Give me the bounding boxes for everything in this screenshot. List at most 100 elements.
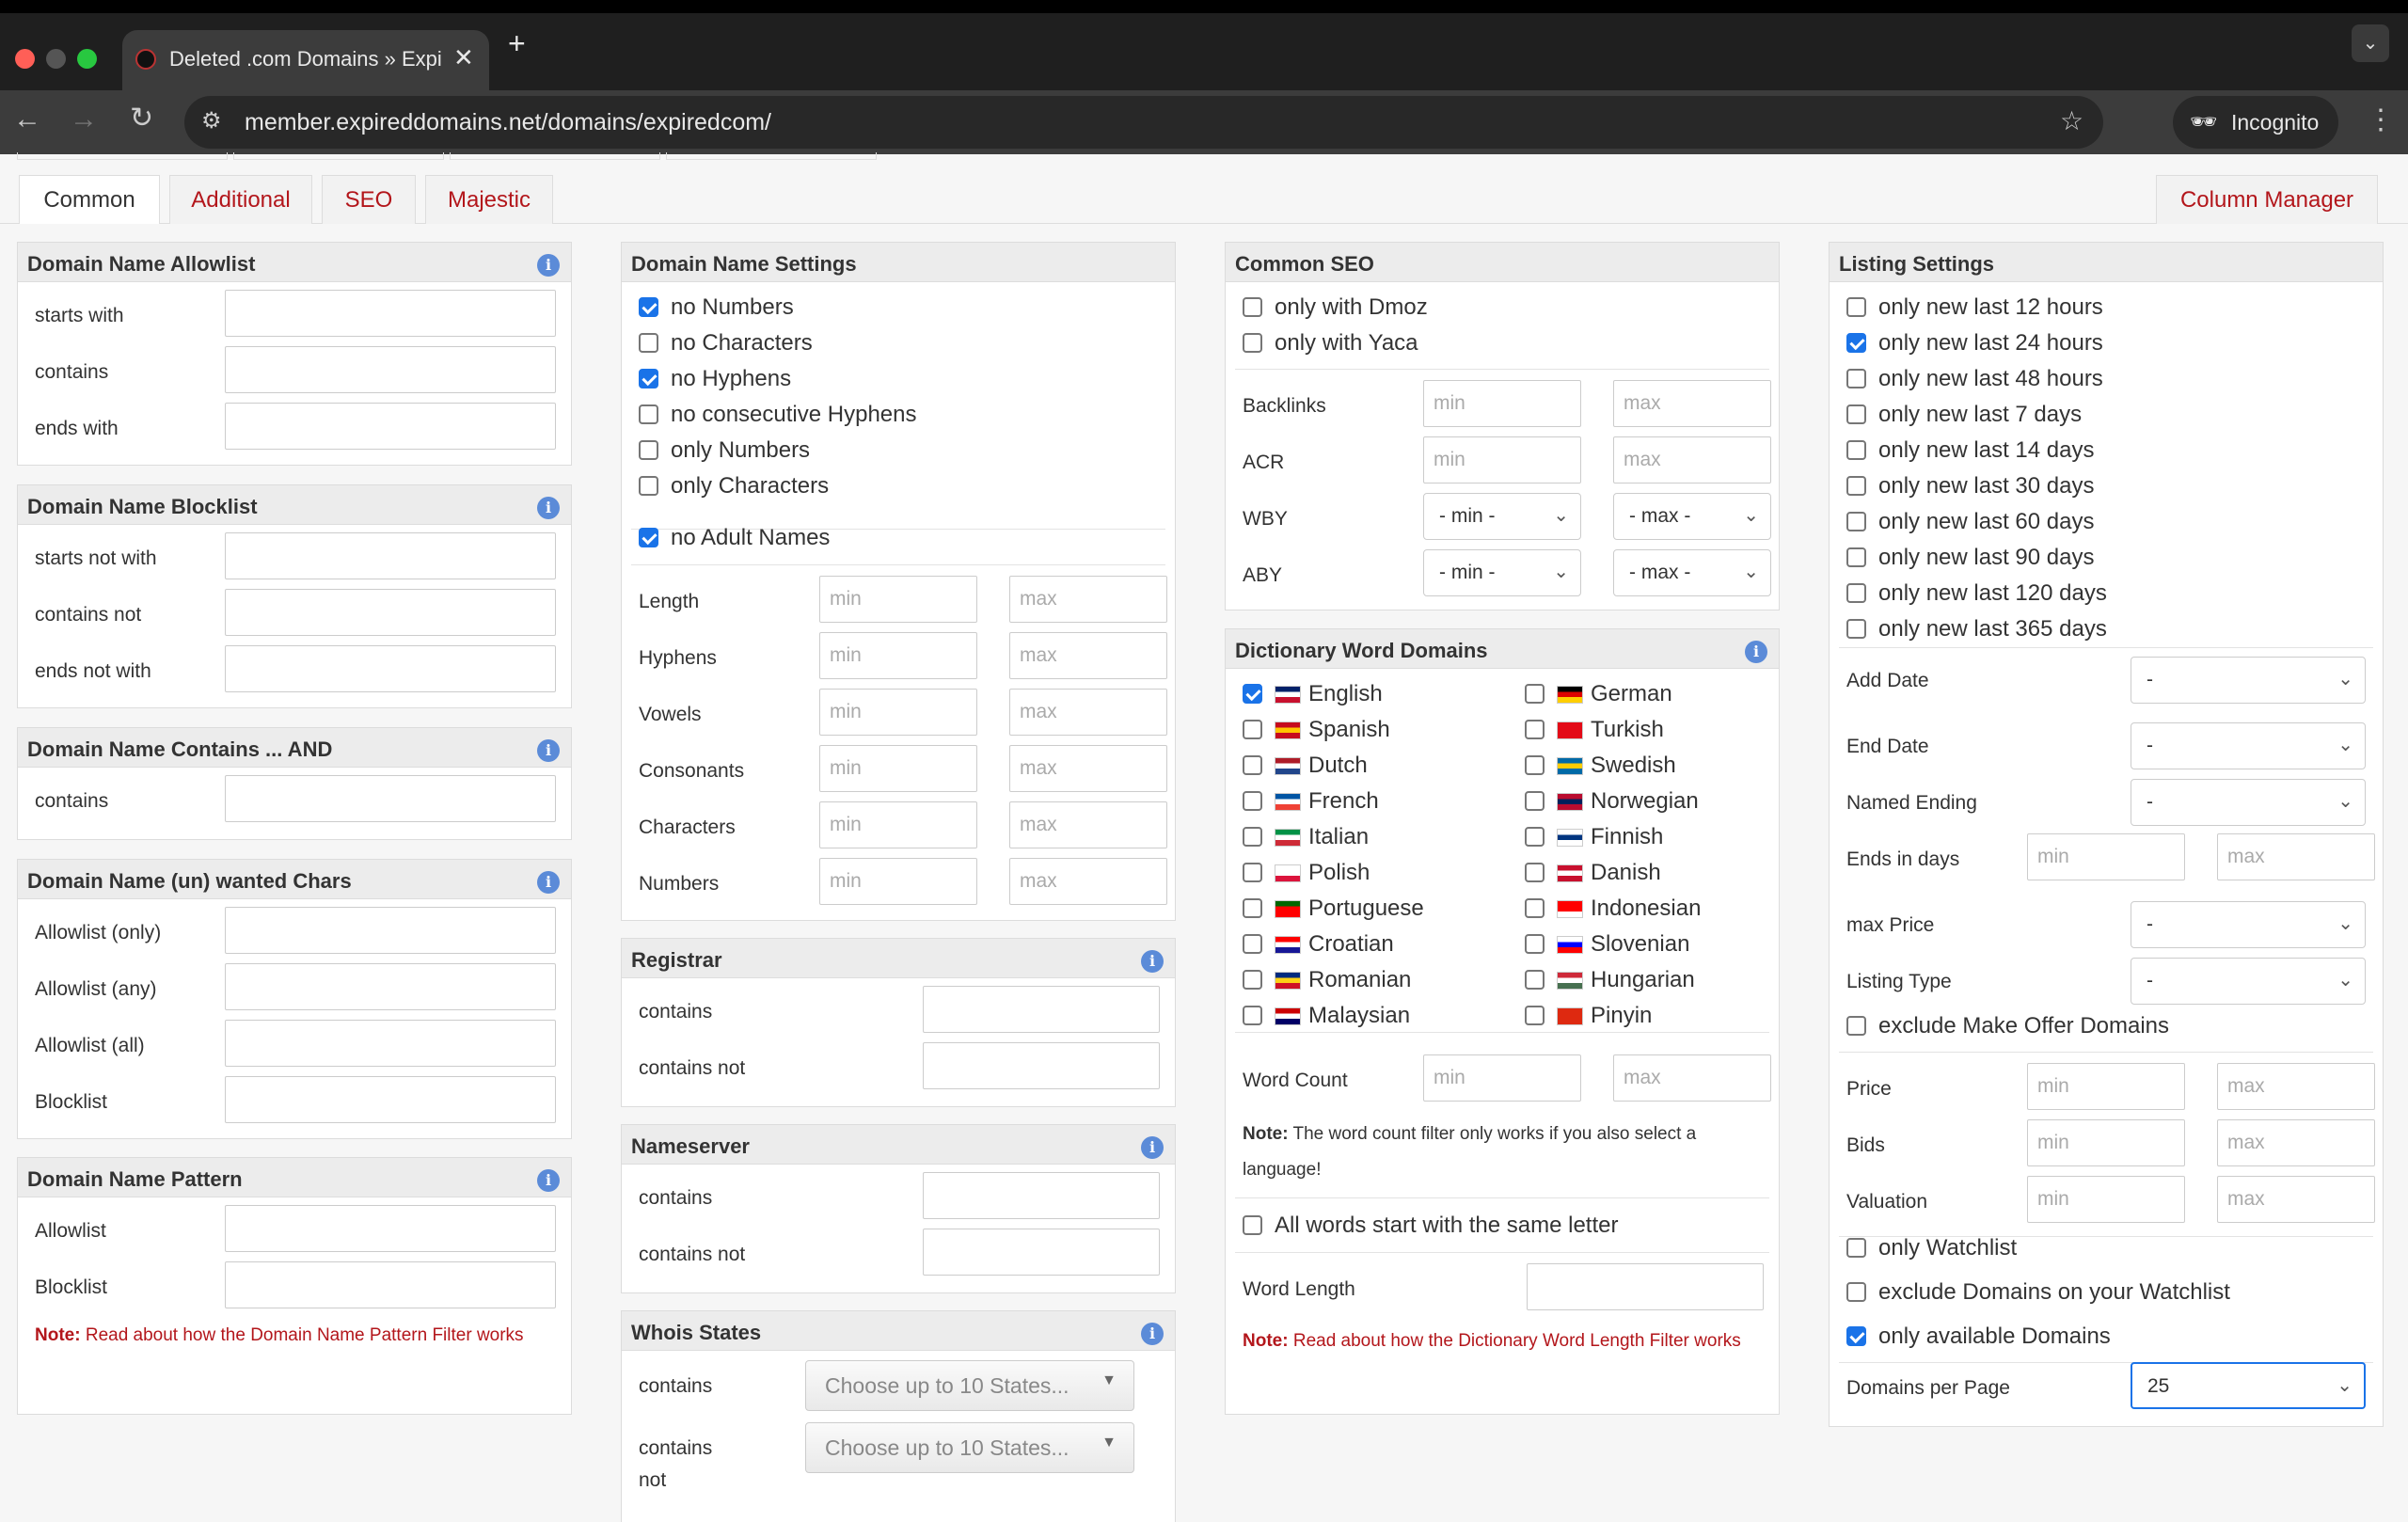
info-icon[interactable]: i (1745, 641, 1767, 663)
range-max-input[interactable]: max (1009, 689, 1167, 736)
new-listing-checkbox[interactable] (1846, 404, 1866, 424)
close-tab-icon[interactable]: ✕ (453, 43, 474, 72)
language-checkbox[interactable] (1525, 720, 1545, 739)
acr-max-input[interactable]: max (1613, 436, 1771, 484)
info-icon[interactable]: i (537, 739, 560, 762)
info-icon[interactable]: i (537, 254, 560, 277)
tab-additional[interactable]: Additional (169, 175, 312, 224)
same-letter-checkbox[interactable] (1243, 1215, 1262, 1235)
new-listing-checkbox[interactable] (1846, 369, 1866, 388)
language-checkbox[interactable] (1525, 863, 1545, 882)
only-watchlist-checkbox[interactable] (1846, 1238, 1866, 1258)
price-min-input[interactable]: min (2027, 1063, 2185, 1110)
no-adult-names-checkbox[interactable] (639, 528, 658, 547)
tab-search-icon[interactable]: ⌄ (2352, 24, 2389, 62)
per-page-select[interactable]: 25 ⌄ (2131, 1362, 2366, 1409)
pattern-allowlist-input[interactable] (225, 1205, 556, 1252)
new-listing-checkbox[interactable] (1846, 440, 1866, 460)
new-listing-checkbox[interactable] (1846, 583, 1866, 603)
aby-max-select[interactable]: - max - ⌄ (1613, 549, 1771, 596)
language-checkbox[interactable] (1243, 934, 1262, 954)
language-checkbox[interactable] (1525, 970, 1545, 990)
tab-majestic[interactable]: Majestic (425, 175, 553, 224)
new-listing-checkbox[interactable] (1846, 512, 1866, 531)
pattern-blocklist-input[interactable] (225, 1261, 556, 1308)
language-checkbox[interactable] (1243, 863, 1262, 882)
language-checkbox[interactable] (1243, 827, 1262, 847)
range-max-input[interactable]: max (1009, 632, 1167, 679)
listing-type-select[interactable]: - ⌄ (2131, 958, 2366, 1005)
named-ending-select[interactable]: - ⌄ (2131, 779, 2366, 826)
ends-with-input[interactable] (225, 403, 556, 450)
language-checkbox[interactable] (1243, 898, 1262, 918)
language-checkbox[interactable] (1243, 791, 1262, 811)
allowlist-all-input[interactable] (225, 1020, 556, 1067)
bids-max-input[interactable]: max (2217, 1119, 2375, 1166)
info-icon[interactable]: i (1141, 950, 1164, 973)
backlinks-max-input[interactable]: max (1613, 380, 1771, 427)
range-min-input[interactable]: min (819, 576, 977, 623)
forward-icon[interactable]: → (70, 103, 98, 135)
language-checkbox[interactable] (1525, 791, 1545, 811)
info-icon[interactable]: i (537, 497, 560, 519)
range-min-input[interactable]: min (819, 632, 977, 679)
language-checkbox[interactable] (1243, 684, 1262, 704)
only-dmoz-checkbox[interactable] (1243, 297, 1262, 317)
word-count-max-input[interactable]: max (1613, 1054, 1771, 1102)
word-length-note[interactable]: Note: Read about how the Dictionary Word… (1243, 1324, 1769, 1359)
address-bar[interactable]: ⚙ member.expireddomains.net/domains/expi… (184, 96, 2103, 149)
info-icon[interactable]: i (537, 1169, 560, 1192)
only-available-checkbox[interactable] (1846, 1326, 1866, 1346)
settings-checkbox[interactable] (639, 476, 658, 496)
end-date-select[interactable]: - ⌄ (2131, 722, 2366, 769)
contains-not-input[interactable] (225, 589, 556, 636)
ends-not-with-input[interactable] (225, 645, 556, 692)
valuation-max-input[interactable]: max (2217, 1176, 2375, 1223)
nameserver-contains-input[interactable] (923, 1172, 1160, 1219)
allowlist-only-input[interactable] (225, 907, 556, 954)
wby-max-select[interactable]: - max - ⌄ (1613, 493, 1771, 540)
add-date-select[interactable]: - ⌄ (2131, 657, 2366, 704)
column-manager-button[interactable]: Column Manager (2156, 175, 2378, 224)
backlinks-min-input[interactable]: min (1423, 380, 1581, 427)
info-icon[interactable]: i (537, 871, 560, 894)
range-min-input[interactable]: min (819, 801, 977, 848)
nameserver-contains-not-input[interactable] (923, 1229, 1160, 1276)
reload-icon[interactable]: ↻ (130, 102, 153, 135)
range-max-input[interactable]: max (1009, 745, 1167, 792)
browser-menu-icon[interactable]: ⋮ (2367, 103, 2395, 136)
only-yaca-checkbox[interactable] (1243, 333, 1262, 353)
range-min-input[interactable]: min (819, 858, 977, 905)
contains-and-input[interactable] (225, 775, 556, 822)
range-max-input[interactable]: max (1009, 576, 1167, 623)
starts-with-input[interactable] (225, 290, 556, 337)
settings-checkbox[interactable] (639, 333, 658, 353)
ends-in-days-min-input[interactable]: min (2027, 833, 2185, 880)
pattern-note[interactable]: Note: Read about how the Domain Name Pat… (35, 1318, 552, 1354)
language-checkbox[interactable] (1525, 684, 1545, 704)
range-min-input[interactable]: min (819, 689, 977, 736)
registrar-contains-input[interactable] (923, 986, 1160, 1033)
valuation-min-input[interactable]: min (2027, 1176, 2185, 1223)
language-checkbox[interactable] (1525, 1006, 1545, 1025)
settings-checkbox[interactable] (639, 369, 658, 388)
ends-in-days-max-input[interactable]: max (2217, 833, 2375, 880)
language-checkbox[interactable] (1243, 720, 1262, 739)
info-icon[interactable]: i (1141, 1136, 1164, 1159)
whois-contains-not-select[interactable]: Choose up to 10 States... ▼ (805, 1422, 1134, 1473)
blocklist-chars-input[interactable] (225, 1076, 556, 1123)
language-checkbox[interactable] (1243, 1006, 1262, 1025)
range-min-input[interactable]: min (819, 745, 977, 792)
tab-seo[interactable]: SEO (322, 175, 416, 224)
tab-common[interactable]: Common (19, 175, 160, 224)
maximize-window-button[interactable] (77, 49, 97, 69)
language-checkbox[interactable] (1525, 755, 1545, 775)
allowlist-any-input[interactable] (225, 963, 556, 1010)
new-listing-checkbox[interactable] (1846, 547, 1866, 567)
new-listing-checkbox[interactable] (1846, 476, 1866, 496)
new-listing-checkbox[interactable] (1846, 333, 1866, 353)
aby-min-select[interactable]: - min - ⌄ (1423, 549, 1581, 596)
pattern-note-link[interactable]: Read about how the Domain Name Pattern F… (86, 1325, 524, 1345)
new-listing-checkbox[interactable] (1846, 619, 1866, 639)
acr-min-input[interactable]: min (1423, 436, 1581, 484)
